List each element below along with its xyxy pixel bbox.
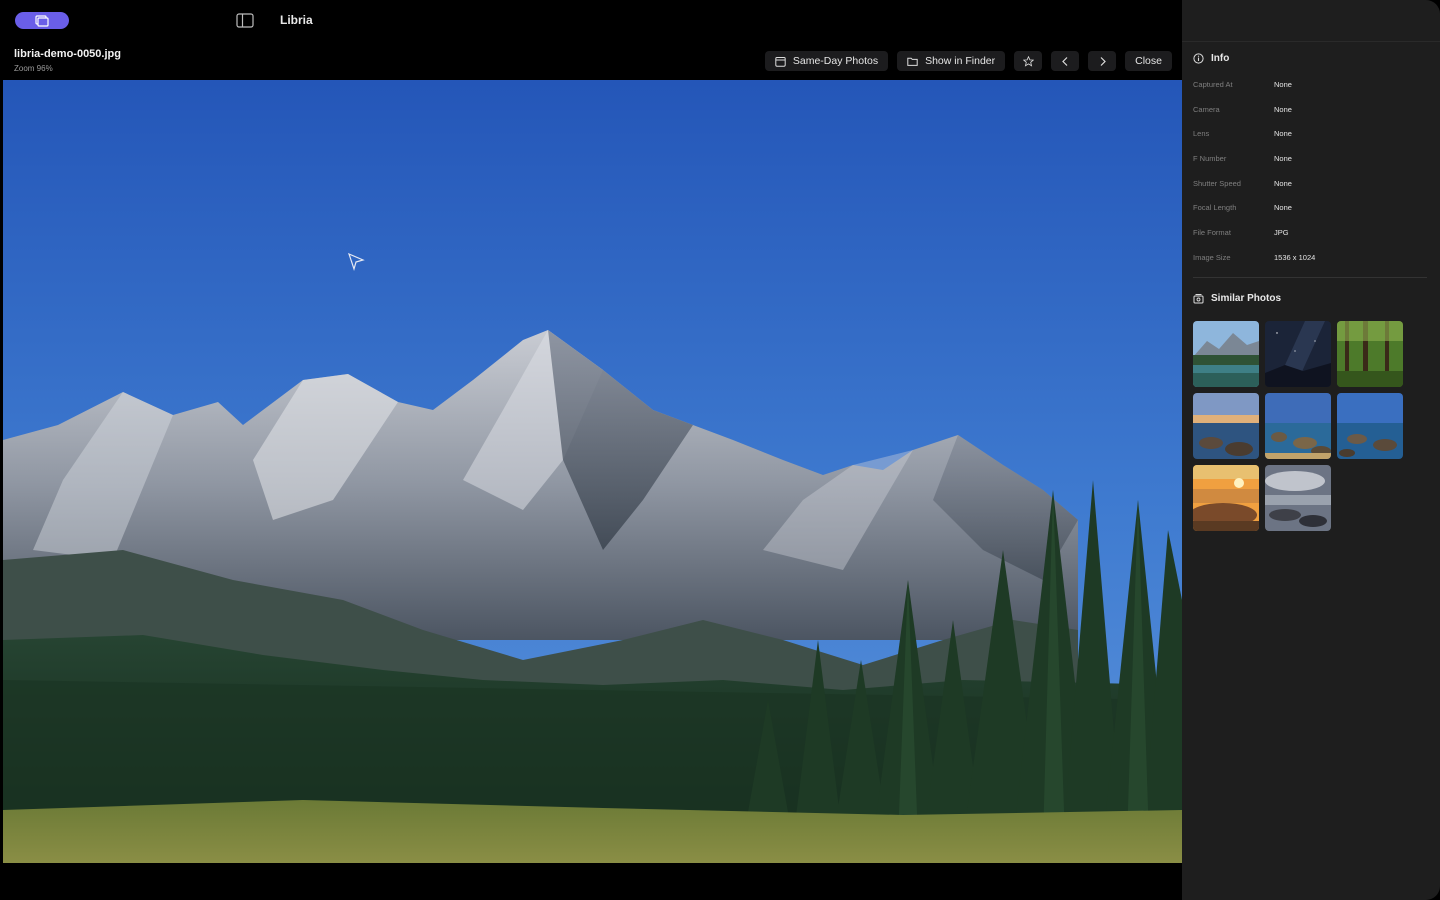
same-day-photos-label: Same-Day Photos — [792, 55, 879, 67]
file-name: libria-demo-0050.jpg — [14, 48, 121, 60]
info-value: JPG — [1274, 228, 1289, 237]
info-row-image-size: Image Size 1536 x 1024 — [1193, 253, 1429, 267]
title-bar: Libria — [0, 0, 1182, 42]
folder-icon — [907, 57, 918, 66]
favorite-button[interactable] — [1014, 51, 1043, 71]
info-value: None — [1274, 80, 1292, 89]
app-window: Libria libria-demo-0050.jpg Zoom 96% Sam… — [0, 0, 1440, 900]
photo-library-icon — [35, 14, 49, 27]
info-key: Captured At — [1193, 80, 1233, 89]
sidebar-toggle-icon[interactable] — [236, 13, 254, 28]
info-row-shutter-speed: Shutter Speed None — [1193, 179, 1429, 193]
info-row-focal-length: Focal Length None — [1193, 203, 1429, 217]
main-photo[interactable] — [3, 80, 1182, 863]
chevron-left-icon — [1061, 56, 1068, 66]
info-key: Camera — [1193, 105, 1220, 114]
info-icon — [1193, 53, 1204, 64]
similar-photo-thumbnail[interactable] — [1193, 393, 1259, 459]
similar-photo-thumbnail[interactable] — [1265, 393, 1331, 459]
close-button[interactable]: Close — [1125, 51, 1172, 71]
mountain-landscape-image — [3, 80, 1182, 863]
viewer-toolbar: Same-Day Photos Show in Finder Close — [764, 51, 1172, 71]
same-day-photos-button[interactable]: Same-Day Photos — [764, 51, 889, 71]
close-label: Close — [1135, 55, 1162, 67]
next-photo-button[interactable] — [1088, 51, 1117, 71]
info-row-f-number: F Number None — [1193, 154, 1429, 168]
rocky-coast-thumbnail-icon — [1337, 393, 1403, 459]
info-row-file-format: File Format JPG — [1193, 228, 1429, 242]
bottom-bar — [0, 863, 1182, 900]
similar-photo-thumbnail[interactable] — [1265, 465, 1331, 531]
info-key: F Number — [1193, 154, 1227, 163]
info-title: Info — [1211, 53, 1230, 64]
similar-photo-thumbnail[interactable] — [1337, 393, 1403, 459]
info-value: None — [1274, 105, 1292, 114]
similar-photo-thumbnail[interactable] — [1265, 321, 1331, 387]
night-sky-thumbnail-icon — [1265, 321, 1331, 387]
info-value: None — [1274, 179, 1292, 188]
calendar-icon — [775, 56, 786, 67]
similar-photo-thumbnail[interactable] — [1193, 321, 1259, 387]
zoom-level: Zoom 96% — [14, 64, 53, 73]
similar-photos-header: Similar Photos — [1193, 293, 1281, 304]
info-section-header: Info — [1193, 53, 1229, 64]
previous-photo-button[interactable] — [1051, 51, 1080, 71]
show-in-finder-label: Show in Finder — [925, 55, 996, 67]
info-row-captured-at: Captured At None — [1193, 80, 1429, 94]
similar-photo-thumbnail[interactable] — [1193, 465, 1259, 531]
similar-photos-title: Similar Photos — [1211, 293, 1282, 304]
rocky-coast-thumbnail-icon — [1265, 393, 1331, 459]
viewer-header: libria-demo-0050.jpg Zoom 96% Same-Day P… — [0, 42, 1182, 80]
forest-thumbnail-icon — [1337, 321, 1403, 387]
section-divider — [1193, 277, 1427, 278]
photo-stack-icon — [1193, 294, 1204, 304]
info-row-lens: Lens None — [1193, 129, 1429, 143]
info-key: Shutter Speed — [1193, 179, 1241, 188]
library-switcher-button[interactable] — [15, 12, 69, 29]
info-key: Image Size — [1193, 253, 1231, 262]
info-inspector-panel: Info Captured At None Camera None Lens N… — [1182, 0, 1440, 900]
star-icon — [1022, 55, 1034, 67]
panel-divider — [1182, 41, 1440, 42]
info-key: File Format — [1193, 228, 1231, 237]
app-title: Libria — [280, 13, 313, 27]
similar-photo-thumbnail[interactable] — [1337, 321, 1403, 387]
show-in-finder-button[interactable]: Show in Finder — [897, 51, 1006, 71]
info-key: Focal Length — [1193, 203, 1237, 212]
similar-photos-grid — [1193, 321, 1403, 531]
info-row-camera: Camera None — [1193, 105, 1429, 119]
sunset-coast-thumbnail-icon — [1193, 465, 1259, 531]
cloudy-coast-thumbnail-icon — [1265, 465, 1331, 531]
info-value: None — [1274, 129, 1292, 138]
info-value: 1536 x 1024 — [1274, 253, 1316, 262]
mountain-lake-thumbnail-icon — [1193, 321, 1259, 387]
chevron-right-icon — [1100, 56, 1106, 66]
info-key: Lens — [1193, 129, 1210, 138]
rocky-coast-thumbnail-icon — [1193, 393, 1259, 459]
info-value: None — [1274, 154, 1292, 163]
info-value: None — [1274, 203, 1292, 212]
